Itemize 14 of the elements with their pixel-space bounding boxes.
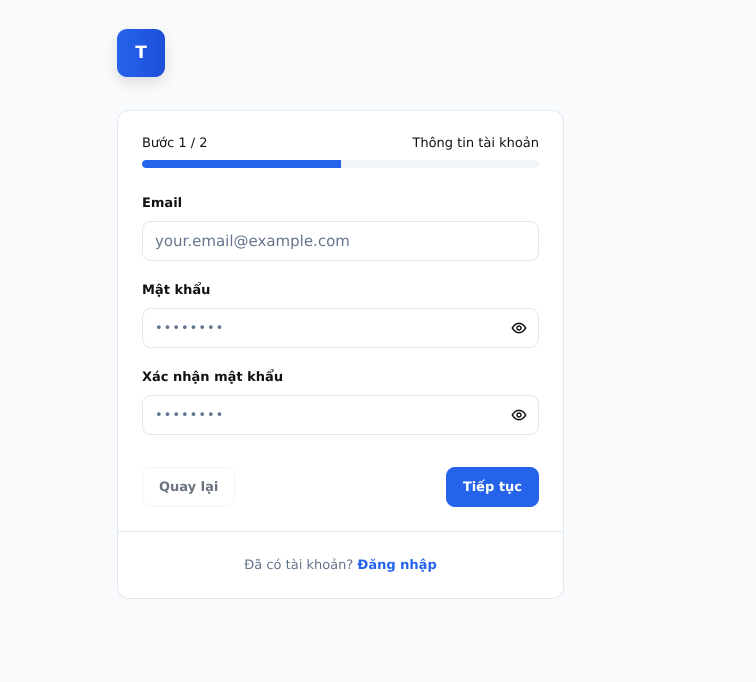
field-label: Xác nhận mật khẩu <box>142 370 284 385</box>
step-title: Thông tin tài khoản <box>412 136 539 151</box>
continue-button[interactable]: Tiếp tục <box>446 467 539 507</box>
step-counter: Bước 1 / 2 <box>142 136 208 151</box>
app-logo: T <box>117 29 165 77</box>
eye-icon[interactable] <box>511 320 527 336</box>
email-field[interactable]: your.email@example.com <box>142 221 539 261</box>
eye-icon[interactable] <box>511 407 527 423</box>
password-field[interactable]: •••••••• <box>142 395 539 435</box>
login-link[interactable]: Đăng nhập <box>357 558 437 573</box>
field-label: Mật khẩu <box>142 283 212 298</box>
login-prompt: Đã có tài khoản? Đăng nhập <box>244 558 437 573</box>
field-label: Email <box>142 196 184 211</box>
password-field[interactable]: •••••••• <box>142 308 539 348</box>
